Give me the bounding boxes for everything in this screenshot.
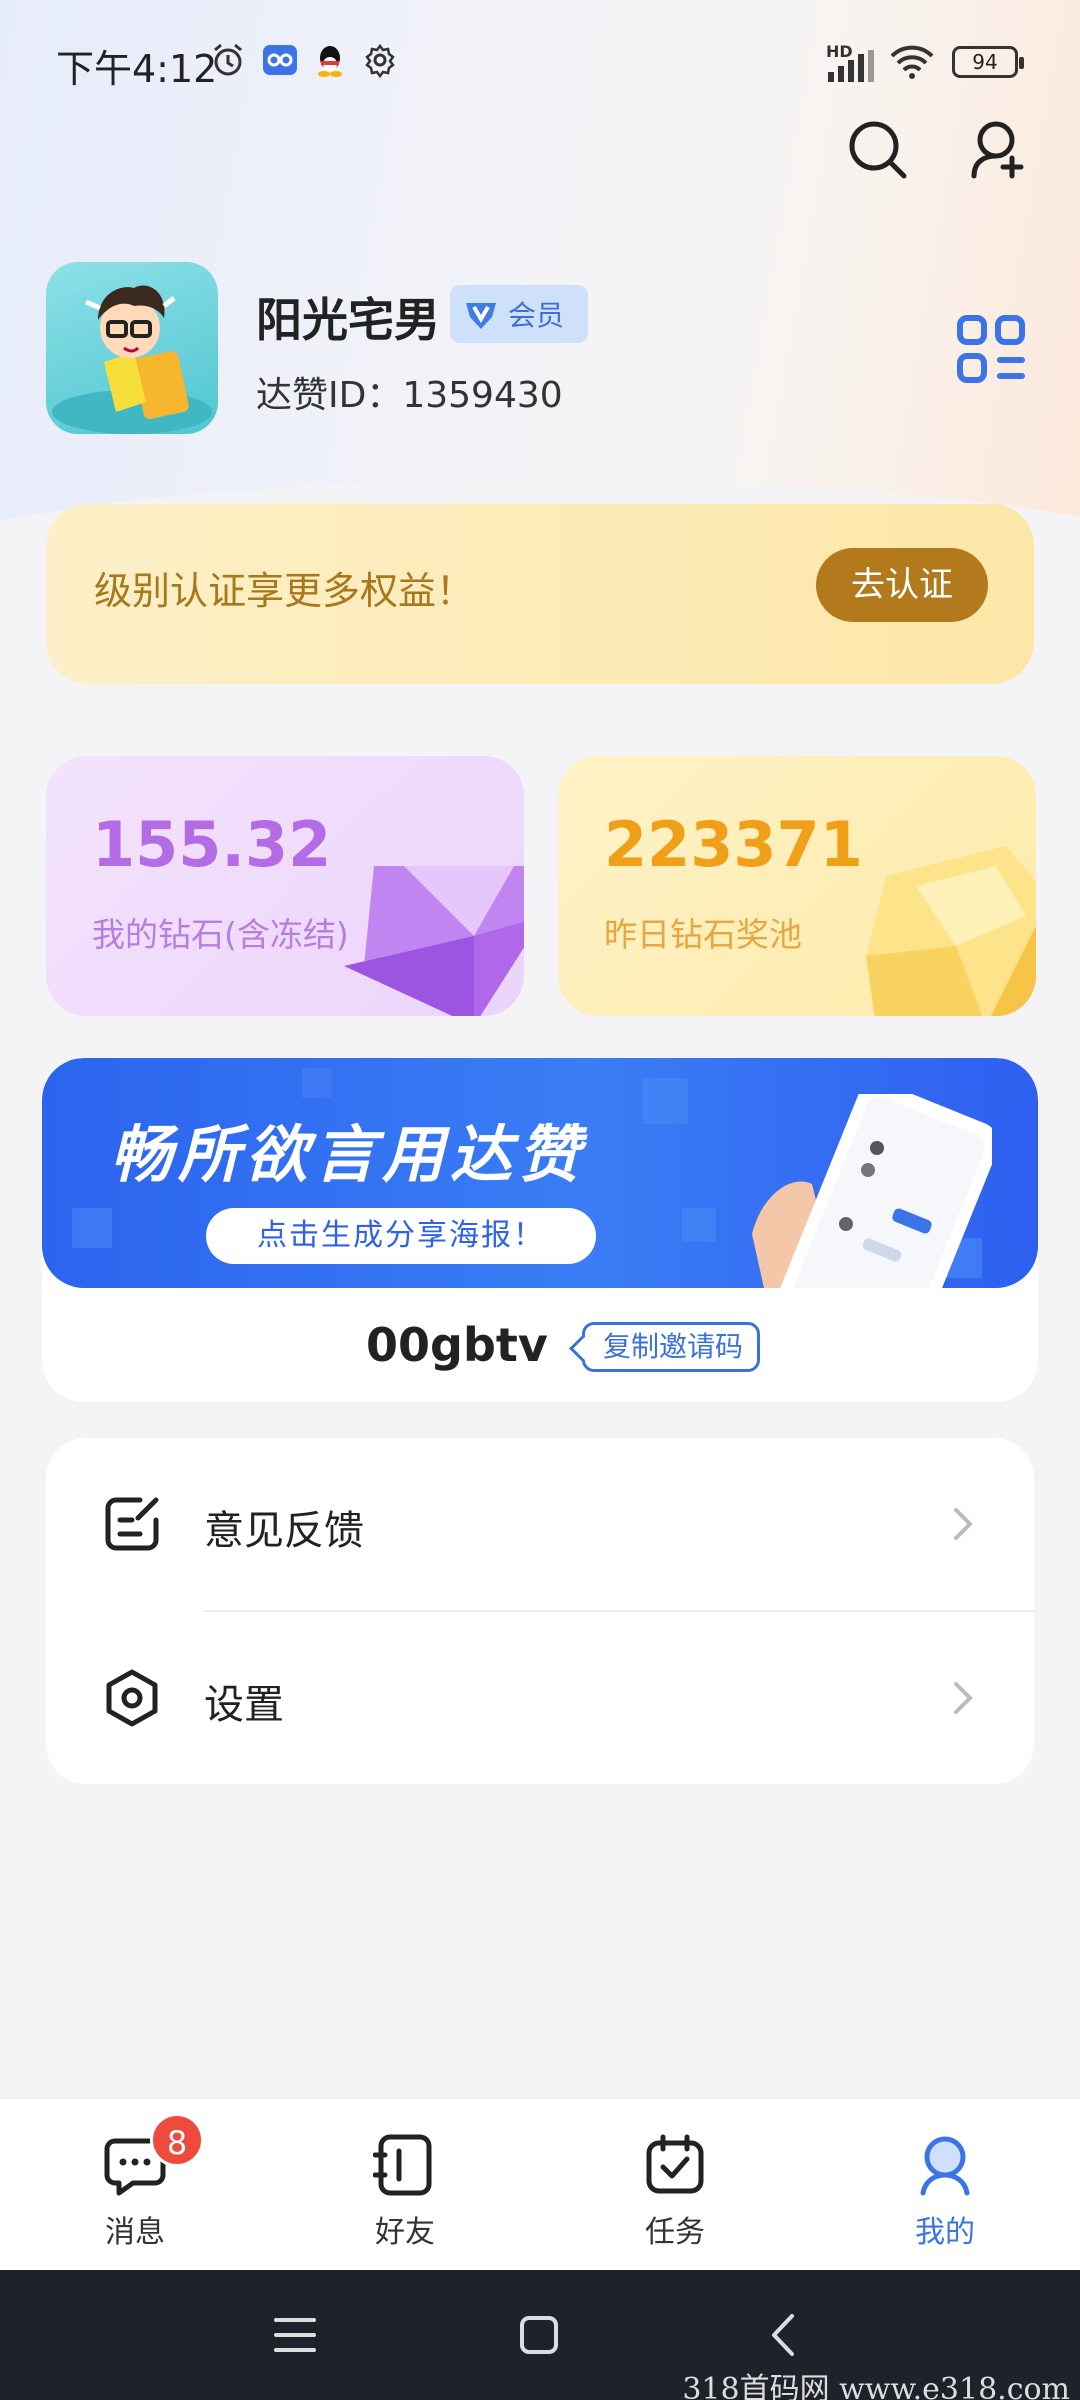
- tab-me[interactable]: 我的: [810, 2099, 1080, 2271]
- menu-item-settings-label: 设置: [204, 1682, 284, 1728]
- tab-messages-label: 消息: [105, 2215, 165, 2250]
- pool-value: 223371: [604, 808, 863, 881]
- purple-diamond-icon: [344, 866, 524, 1016]
- search-icon[interactable]: [846, 118, 910, 182]
- vip-shield-icon: [466, 303, 496, 329]
- copy-invite-code-button[interactable]: 复制邀请码: [582, 1322, 761, 1372]
- tab-tasks-label: 任务: [645, 2215, 705, 2250]
- add-friend-icon[interactable]: [966, 118, 1030, 182]
- menu-item-feedback-label: 意见反馈: [204, 1508, 364, 1554]
- generate-poster-button[interactable]: 点击生成分享海报！: [206, 1208, 596, 1264]
- menu-item-feedback[interactable]: 意见反馈: [46, 1438, 1034, 1612]
- contacts-book-icon: [373, 2134, 432, 2196]
- certify-button[interactable]: 去认证: [816, 548, 988, 622]
- menu-icon[interactable]: [270, 2310, 320, 2360]
- watermark: 318首码网 www.e318.com: [682, 2372, 1070, 2400]
- banner-title: 畅所欲言用达赞: [110, 1118, 587, 1191]
- user-id: 达赞ID：1359430: [256, 375, 563, 416]
- pool-caption: 昨日钻石奖池: [604, 915, 802, 954]
- chevron-right-icon: [954, 1682, 973, 1714]
- diamond-pool-card[interactable]: 223371 昨日钻石奖池: [558, 756, 1036, 1016]
- certification-banner: 级别认证享更多权益！ 去认证: [46, 504, 1034, 684]
- home-icon[interactable]: [514, 2310, 564, 2360]
- chevron-right-icon: [954, 1508, 973, 1540]
- status-time: 下午4:12: [56, 47, 218, 91]
- settings-gear-icon: [365, 43, 395, 78]
- tab-tasks[interactable]: 任务: [540, 2099, 810, 2271]
- back-icon[interactable]: [760, 2310, 810, 2360]
- my-diamonds-card[interactable]: 155.32 我的钻石(含冻结): [46, 756, 524, 1016]
- share-poster-banner[interactable]: 畅所欲言用达赞 点击生成分享海报！: [42, 1058, 1038, 1288]
- menu-item-settings[interactable]: 设置: [46, 1612, 1034, 1784]
- user-profile-icon: [920, 2136, 970, 2196]
- unread-badge: 8: [150, 2113, 204, 2167]
- avatar[interactable]: [46, 262, 218, 434]
- signal-icon: [828, 50, 874, 82]
- tab-friends-label: 好友: [375, 2215, 435, 2250]
- tab-friends[interactable]: 好友: [270, 2099, 540, 2271]
- certification-text: 级别认证享更多权益！: [94, 569, 475, 613]
- app-notification-icon: [263, 45, 297, 75]
- vip-badge[interactable]: 会员: [450, 285, 588, 343]
- avatar-cartoon-image: [52, 285, 212, 434]
- invite-card: 畅所欲言用达赞 点击生成分享海报！ 00gbtv 复制邀请码: [42, 1058, 1038, 1402]
- qr-code-icon[interactable]: [956, 314, 1026, 384]
- gold-crystal-icon: [866, 846, 1036, 1016]
- diamonds-caption: 我的钻石(含冻结): [92, 915, 349, 954]
- calendar-check-icon: [646, 2134, 704, 2194]
- settings-menu: 意见反馈 设置: [46, 1438, 1034, 1784]
- tab-messages[interactable]: 8 消息: [0, 2099, 270, 2271]
- nickname: 阳光宅男: [256, 293, 440, 347]
- alarm-icon: [214, 43, 242, 76]
- wifi-icon: [890, 45, 934, 79]
- feedback-edit-icon: [105, 1497, 159, 1551]
- diamonds-value: 155.32: [92, 808, 332, 881]
- status-bar: 下午4:12 HD 94: [0, 0, 1080, 120]
- qq-icon: [318, 46, 342, 77]
- vip-label: 会员: [508, 299, 565, 332]
- bottom-tab-bar: 8 消息 好友 任务 我的: [0, 2098, 1080, 2270]
- tab-me-label: 我的: [915, 2215, 975, 2250]
- battery-indicator: 94: [952, 46, 1024, 78]
- invite-code: 00gbtv: [366, 1318, 548, 1372]
- phone-hand-illustration: [752, 1094, 992, 1288]
- settings-hexagon-icon: [106, 1669, 158, 1727]
